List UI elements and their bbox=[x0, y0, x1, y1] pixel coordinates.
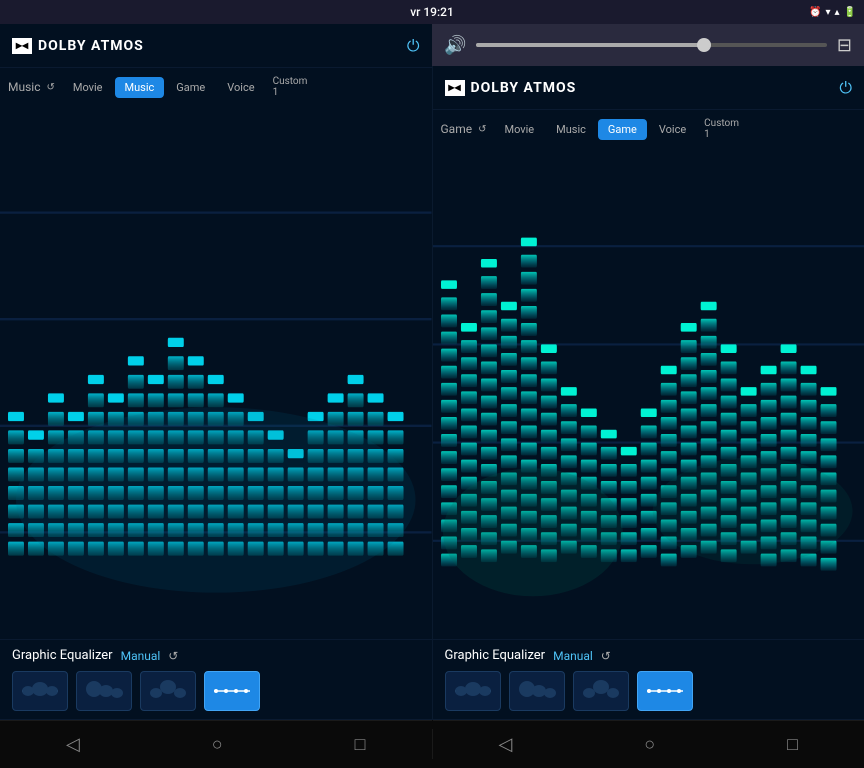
right-eq-presets bbox=[445, 671, 853, 711]
right-eq-controls: Graphic Equalizer Manual ↺ bbox=[433, 639, 864, 719]
signal-icon: ▴ bbox=[835, 7, 840, 18]
right-dolby-logo: ▶◀ DOLBY ATMOS bbox=[445, 80, 577, 96]
volume-slider-fill bbox=[476, 43, 704, 47]
volume-settings-icon[interactable]: ⊟ bbox=[837, 35, 852, 56]
left-eq-preset-mid[interactable] bbox=[140, 671, 196, 711]
left-eq-visualizer bbox=[0, 106, 432, 639]
right-tab-custom[interactable]: Custom1 bbox=[698, 114, 745, 144]
right-mode-label: Game bbox=[441, 122, 473, 136]
right-eq-visualizer bbox=[433, 148, 864, 639]
right-tab-movie[interactable]: Movie bbox=[494, 119, 544, 140]
right-eq-preset-flat[interactable] bbox=[445, 671, 501, 711]
nav-bar: ◁ ○ □ ◁ ○ □ bbox=[0, 720, 864, 768]
right-tab-music[interactable]: Music bbox=[546, 119, 596, 140]
left-mode-reset-icon[interactable]: ↺ bbox=[46, 82, 54, 93]
right-eq-preset-mid[interactable] bbox=[573, 671, 629, 711]
status-bar: vr 19:21 ⏰ ▾ ▴ 🔋 bbox=[0, 0, 864, 24]
right-power-icon[interactable]: ⏻ bbox=[839, 78, 852, 98]
left-eq-presets bbox=[12, 671, 420, 711]
left-mode-label: Music bbox=[8, 80, 40, 94]
left-eq-preset-custom[interactable] bbox=[204, 671, 260, 711]
left-eq-label-row: Graphic Equalizer Manual ↺ bbox=[12, 648, 420, 663]
wifi-icon: ▾ bbox=[825, 7, 830, 18]
left-eq-preset-flat[interactable] bbox=[12, 671, 68, 711]
left-eq-mode[interactable]: Manual bbox=[121, 649, 161, 663]
right-dolby-text: DOLBY ATMOS bbox=[471, 80, 577, 96]
left-eq-title: Graphic Equalizer bbox=[12, 648, 113, 663]
volume-overlay: 🔊 ⊟ bbox=[432, 24, 864, 66]
left-eq-controls: Graphic Equalizer Manual ↺ bbox=[0, 639, 432, 719]
left-home-button[interactable]: ○ bbox=[196, 726, 239, 763]
left-eq-reset-icon[interactable]: ↺ bbox=[168, 649, 178, 663]
right-recents-button[interactable]: □ bbox=[771, 726, 814, 763]
volume-icon: 🔊 bbox=[444, 35, 466, 56]
left-power-icon[interactable]: ⏻ bbox=[407, 36, 420, 56]
left-tab-music[interactable]: Music bbox=[115, 77, 165, 98]
right-tab-game[interactable]: Game bbox=[598, 119, 647, 140]
left-eq-preset-bass[interactable] bbox=[76, 671, 132, 711]
left-nav: ◁ ○ □ bbox=[0, 720, 432, 768]
dolby-box-icon: ▶◀ bbox=[12, 38, 32, 54]
right-eq-preset-bass[interactable] bbox=[509, 671, 565, 711]
right-dolby-box-icon: ▶◀ bbox=[445, 80, 465, 96]
right-tabs-container: Game ↺ Movie Music Game Voice Custom1 bbox=[433, 110, 864, 148]
left-tab-voice[interactable]: Voice bbox=[217, 77, 264, 98]
left-tab-game[interactable]: Game bbox=[166, 77, 215, 98]
right-eq-svg bbox=[433, 148, 864, 639]
left-tab-movie[interactable]: Movie bbox=[63, 77, 113, 98]
left-panel-header: ▶◀ DOLBY ATMOS ⏻ bbox=[0, 24, 432, 68]
right-eq-title: Graphic Equalizer bbox=[445, 648, 546, 663]
right-eq-preset-custom[interactable] bbox=[637, 671, 693, 711]
right-tab-voice[interactable]: Voice bbox=[649, 119, 696, 140]
left-dolby-logo: ▶◀ DOLBY ATMOS bbox=[12, 38, 144, 54]
panels-container: ▶◀ DOLBY ATMOS ⏻ Music ↺ Movie Music Gam… bbox=[0, 24, 864, 768]
status-time: vr 19:21 bbox=[410, 5, 454, 19]
status-icons: ⏰ ▾ ▴ 🔋 bbox=[809, 7, 856, 18]
right-panel: ▶◀ DOLBY ATMOS ⏻ Game ↺ Movie Music Game… bbox=[433, 24, 864, 768]
right-nav: ◁ ○ □ bbox=[433, 720, 864, 768]
left-dolby-text: DOLBY ATMOS bbox=[38, 38, 144, 54]
battery-icon: 🔋 bbox=[844, 7, 856, 18]
right-eq-label-row: Graphic Equalizer Manual ↺ bbox=[445, 648, 853, 663]
left-tabs-container: Music ↺ Movie Music Game Voice Custom1 bbox=[0, 68, 432, 106]
right-eq-reset-icon[interactable]: ↺ bbox=[601, 649, 611, 663]
left-back-button[interactable]: ◁ bbox=[50, 726, 96, 763]
volume-slider-track[interactable] bbox=[476, 43, 826, 47]
right-back-button[interactable]: ◁ bbox=[482, 726, 528, 763]
left-tab-custom[interactable]: Custom1 bbox=[267, 72, 314, 102]
right-panel-header: ▶◀ DOLBY ATMOS ⏻ bbox=[433, 66, 864, 110]
left-eq-svg bbox=[0, 106, 432, 639]
right-mode-reset-icon[interactable]: ↺ bbox=[478, 124, 486, 135]
left-recents-button[interactable]: □ bbox=[339, 726, 382, 763]
right-home-button[interactable]: ○ bbox=[628, 726, 671, 763]
right-eq-mode[interactable]: Manual bbox=[553, 649, 593, 663]
left-panel: ▶◀ DOLBY ATMOS ⏻ Music ↺ Movie Music Gam… bbox=[0, 24, 433, 768]
alarm-icon: ⏰ bbox=[809, 7, 821, 18]
volume-slider-thumb bbox=[697, 38, 711, 52]
